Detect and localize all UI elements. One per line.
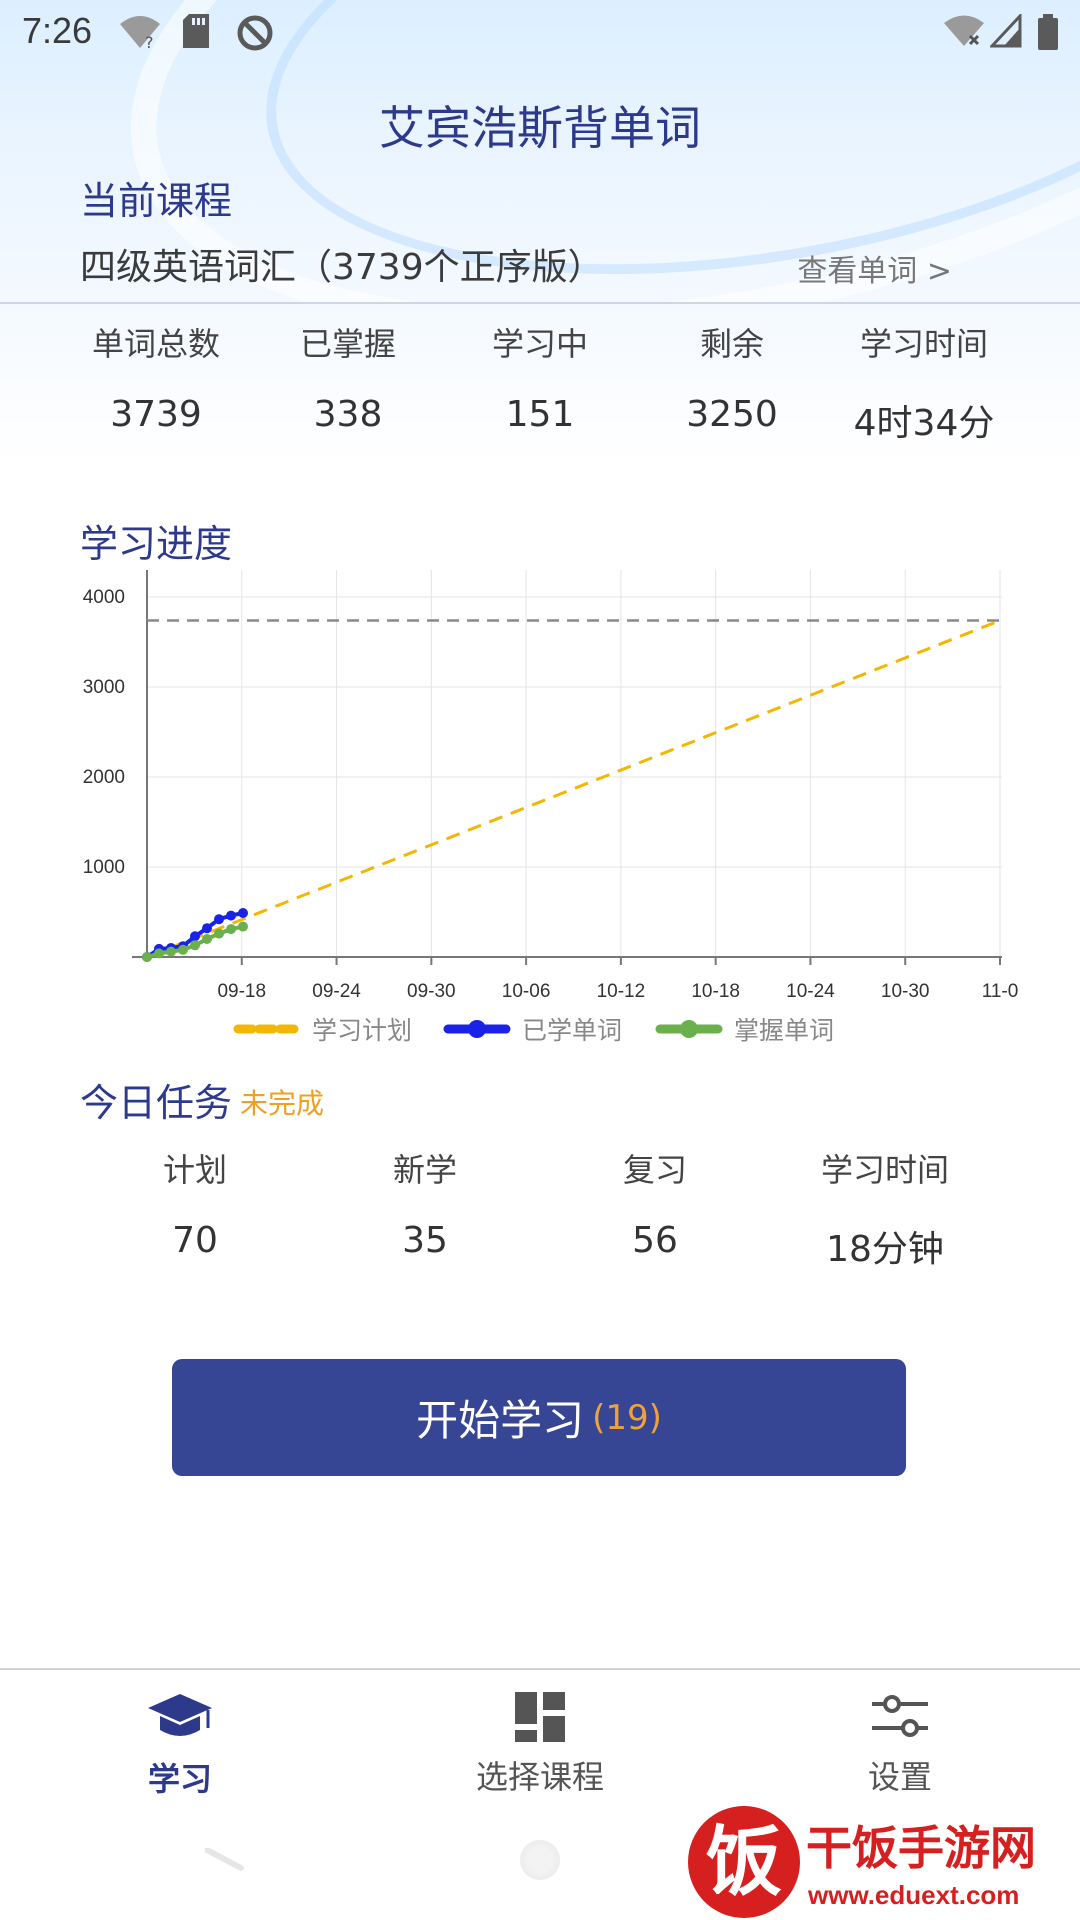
series-point [142, 952, 152, 962]
home-gesture-icon[interactable] [520, 1840, 560, 1880]
app-screen: 7:26 ? 艾宾浩斯背单词 当前课程 四级英语词汇（3739个正序版） 查看单… [0, 0, 1080, 1920]
x-tick-label: 10-24 [786, 981, 835, 1002]
series-point [214, 928, 224, 939]
y-tick-label: 1000 [83, 857, 125, 878]
nav-item-settings[interactable]: 设置 [780, 1692, 1020, 1798]
grid-icon [515, 1692, 565, 1742]
svg-text:?: ? [145, 33, 154, 50]
nav-label-settings: 设置 [867, 1758, 932, 1796]
series-point [202, 934, 212, 944]
series-point [178, 944, 188, 955]
wifi-unknown-icon: ? [120, 16, 160, 50]
task-value: 70 [172, 1220, 218, 1261]
series-point [166, 946, 176, 957]
stat-label: 已掌握 [299, 325, 396, 363]
legend-label: 已学单词 [522, 1016, 622, 1045]
x-tick-label: 09-18 [217, 981, 266, 1002]
nav-item-study[interactable]: 学习 [60, 1692, 300, 1800]
legend-marker [680, 1020, 698, 1038]
app-title: 艾宾浩斯背单词 [379, 101, 701, 155]
progress-chart: 4000 3000 2000 1000 09-18 09-24 09-30 10-06 10-1… [0, 550, 1080, 1050]
graduation-cap-icon [148, 1694, 212, 1736]
task-label: 复习 [622, 1151, 687, 1189]
today-tasks: 计划 70 新学 35 复习 56 学习时间 18分钟 [80, 1148, 1000, 1272]
watermark-glyph: 饭 [706, 1817, 782, 1906]
stat-value: 4时34分 [853, 403, 995, 444]
task-value: 18分钟 [826, 1229, 944, 1270]
task-plan: 计划 70 [80, 1148, 310, 1272]
task-label: 学习时间 [820, 1151, 949, 1189]
stat-study-time: 学习时间 4时34分 [828, 322, 1020, 446]
task-review: 复习 56 [540, 1148, 770, 1272]
x-tick-label: 09-24 [312, 981, 361, 1002]
series-point [190, 940, 200, 951]
data-saver-icon [237, 15, 273, 51]
task-new: 新学 35 [310, 1148, 540, 1272]
sd-card-icon [183, 14, 209, 48]
back-gesture-icon[interactable] [205, 1848, 245, 1872]
series-point [226, 924, 236, 935]
series-point [214, 914, 224, 925]
cell-signal-icon [990, 14, 1022, 48]
start-learning-button[interactable]: 开始学习 (19) [172, 1359, 906, 1476]
course-stats: 单词总数 3739 已掌握 338 学习中 151 剩余 3250 学习时间 4… [60, 322, 1020, 446]
series-point [154, 948, 164, 959]
status-time: 7:26 [22, 10, 93, 51]
x-tick-label: 10-18 [691, 981, 740, 1002]
stat-label: 学习中 [491, 325, 588, 363]
battery-icon [1038, 14, 1058, 50]
watermark-url: www.eduext.com [807, 1880, 1019, 1910]
series-line [146, 619, 1001, 959]
task-study-time: 学习时间 18分钟 [770, 1148, 1000, 1272]
series-point [202, 923, 212, 934]
x-tick-label: 10-06 [502, 981, 551, 1002]
task-value: 56 [632, 1220, 678, 1261]
watermark-brand: 干饭手游网 [806, 1821, 1036, 1875]
nav-label-select-course: 选择课程 [475, 1758, 604, 1796]
task-value: 35 [402, 1220, 448, 1261]
legend-label: 掌握单词 [734, 1016, 834, 1045]
x-tick-label: 11-0 [982, 981, 1019, 1002]
stat-label: 单词总数 [91, 325, 220, 363]
x-tick-label: 10-30 [881, 981, 930, 1002]
today-task-label: 今日任务 [80, 1081, 233, 1125]
nav-item-select-course[interactable]: 选择课程 [420, 1692, 660, 1798]
sliders-icon [872, 1695, 928, 1737]
stat-label: 剩余 [699, 325, 764, 363]
stat-value: 3739 [110, 394, 202, 435]
y-tick-label: 4000 [83, 587, 125, 608]
stat-label: 学习时间 [859, 325, 988, 363]
view-words-link[interactable]: 查看单词 > [797, 246, 952, 290]
series-point [238, 907, 248, 918]
y-tick-label: 3000 [83, 677, 125, 698]
current-course-label: 当前课程 [80, 179, 233, 223]
course-name: 四级英语词汇（3739个正序版） [80, 247, 604, 288]
series-point [238, 921, 248, 932]
series-point [226, 910, 236, 921]
watermark-logo: 饭 干饭手游网 www.eduext.com [688, 1806, 1036, 1918]
nav-label-study: 学习 [147, 1760, 212, 1798]
x-tick-label: 09-30 [407, 981, 456, 1002]
start-learning-count: (19) [592, 1397, 662, 1438]
series-point [190, 931, 200, 942]
watermark: 饭 干饭手游网 www.eduext.com [682, 1800, 1080, 1920]
stat-mastered: 已掌握 338 [252, 322, 444, 446]
y-tick-label: 2000 [83, 767, 125, 788]
legend-marker [468, 1020, 486, 1038]
stat-value: 338 [313, 394, 383, 435]
legend-label: 学习计划 [312, 1016, 412, 1045]
stat-value: 151 [505, 394, 575, 435]
stat-value: 3250 [686, 394, 778, 435]
task-label: 计划 [162, 1151, 227, 1189]
today-status-badge: 未完成 [240, 1087, 325, 1120]
start-learning-label: 开始学习 [416, 1396, 585, 1445]
stat-remaining: 剩余 3250 [636, 322, 828, 446]
stat-learning: 学习中 151 [444, 322, 636, 446]
progress-chart-svg: 4000 3000 2000 1000 09-18 09-24 09-30 10-06 10-1… [83, 570, 1019, 1045]
wifi-off-icon [944, 15, 984, 46]
status-bar: 7:26 ? [0, 0, 1080, 64]
x-tick-label: 10-12 [597, 981, 646, 1002]
stat-total-words: 单词总数 3739 [60, 322, 252, 446]
task-label: 新学 [392, 1151, 457, 1189]
